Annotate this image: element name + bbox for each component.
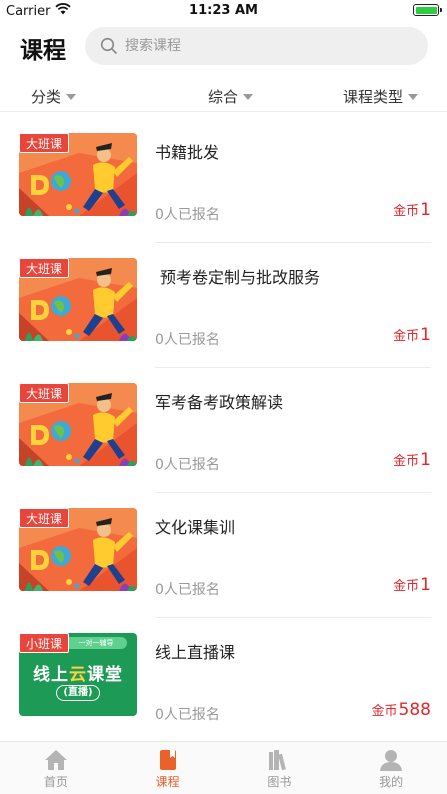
course-list: 大班课 书籍批发 0人已报名 金币 1 大班课 预考卷定制与批改服务 0人已报名… <box>0 118 447 743</box>
filter-category[interactable]: 分类 <box>31 86 77 107</box>
course-price: 金币 1 <box>393 325 431 345</box>
course-title: 军考备考政策解读 <box>155 393 284 412</box>
course-thumbnail: 大班课 <box>19 383 137 466</box>
course-thumbnail: 大班课 <box>19 133 137 216</box>
course-title: 文化课集训 <box>155 518 236 537</box>
filter-sort-label: 综合 <box>208 88 239 106</box>
user-icon <box>380 750 403 771</box>
live-banner-sub: (直播) <box>56 685 100 701</box>
course-item[interactable]: 大班课 预考卷定制与批改服务 0人已报名 金币 1 <box>0 243 447 368</box>
enroll-count: 0人已报名 <box>155 457 220 473</box>
class-type-badge: 大班课 <box>19 258 70 278</box>
filter-bar: 分类 综合 课程类型 <box>0 80 447 112</box>
course-thumbnail: 大班课 <box>19 258 137 341</box>
price-value: 1 <box>420 325 431 345</box>
library-icon <box>269 750 287 771</box>
caret-down-icon <box>243 93 254 100</box>
live-banner-title-highlight: 云 <box>69 665 87 685</box>
status-bar: Carrier 11:23 AM <box>0 0 447 22</box>
price-value: 588 <box>398 700 431 720</box>
course-thumbnail: 大班课 <box>19 508 137 591</box>
search-icon <box>99 36 119 56</box>
course-price: 金币 1 <box>393 450 431 470</box>
tab-bar: 首页 课程 图书 我的 <box>0 741 447 794</box>
price-unit: 金币 <box>393 329 420 344</box>
price-unit: 金币 <box>393 579 420 594</box>
course-item[interactable]: 大班课 文化课集训 0人已报名 金币 1 <box>0 493 447 618</box>
price-value: 1 <box>420 575 431 595</box>
live-banner-title-b: 课堂 <box>87 665 123 685</box>
class-type-badge: 大班课 <box>19 383 70 403</box>
price-value: 1 <box>420 450 431 470</box>
tab-courses[interactable]: 课程 <box>112 742 224 794</box>
course-price: 金币 588 <box>372 700 431 720</box>
class-type-badge: 大班课 <box>19 133 70 153</box>
tab-me[interactable]: 我的 <box>335 742 447 794</box>
course-item[interactable]: 大班课 书籍批发 0人已报名 金币 1 <box>0 118 447 243</box>
price-value: 1 <box>420 200 431 220</box>
tab-books[interactable]: 图书 <box>224 742 336 794</box>
course-item[interactable]: 大班课 军考备考政策解读 0人已报名 金币 1 <box>0 368 447 493</box>
enroll-count: 0人已报名 <box>155 707 220 723</box>
tab-me-label: 我的 <box>379 775 404 789</box>
course-title: 书籍批发 <box>155 143 220 162</box>
search-box[interactable] <box>85 27 428 65</box>
caret-down-icon <box>408 93 419 100</box>
price-unit: 金币 <box>393 204 420 219</box>
enroll-count: 0人已报名 <box>155 207 220 223</box>
live-banner-title: 线上云课堂 <box>19 660 137 685</box>
battery-icon <box>413 4 442 16</box>
course-item[interactable]: 一对一辅导 线上云课堂 (直播) 小班课 线上直播课 0人已报名 金币 588 <box>0 618 447 743</box>
book-icon <box>159 750 176 770</box>
filter-course-type-label: 课程类型 <box>343 88 404 106</box>
tab-books-label: 图书 <box>267 775 292 789</box>
price-unit: 金币 <box>371 704 398 719</box>
tab-home-label: 首页 <box>43 775 68 789</box>
course-price: 金币 1 <box>393 575 431 595</box>
caret-down-icon <box>66 93 77 100</box>
tab-home[interactable]: 首页 <box>0 742 112 794</box>
price-unit: 金币 <box>393 454 420 469</box>
enroll-count: 0人已报名 <box>155 582 220 598</box>
home-icon <box>44 750 67 770</box>
course-price: 金币 1 <box>393 200 431 220</box>
filter-course-type[interactable]: 课程类型 <box>343 86 419 107</box>
class-type-badge: 大班课 <box>19 508 70 528</box>
enroll-count: 0人已报名 <box>155 332 220 348</box>
live-banner-strip: 一对一辅导 <box>65 637 127 649</box>
class-type-badge: 小班课 <box>19 633 70 653</box>
filter-sort[interactable]: 综合 <box>208 86 254 107</box>
header: 课程 <box>0 26 447 68</box>
course-title: 线上直播课 <box>155 643 236 662</box>
search-input[interactable] <box>125 38 405 54</box>
live-banner-title-a: 线上 <box>33 665 69 685</box>
filter-category-label: 分类 <box>31 88 62 106</box>
tab-courses-label: 课程 <box>155 775 180 789</box>
page-title: 课程 <box>20 38 66 64</box>
course-thumbnail: 一对一辅导 线上云课堂 (直播) 小班课 <box>19 633 137 716</box>
status-time: 11:23 AM <box>189 3 258 18</box>
course-title: 预考卷定制与批改服务 <box>160 268 321 287</box>
